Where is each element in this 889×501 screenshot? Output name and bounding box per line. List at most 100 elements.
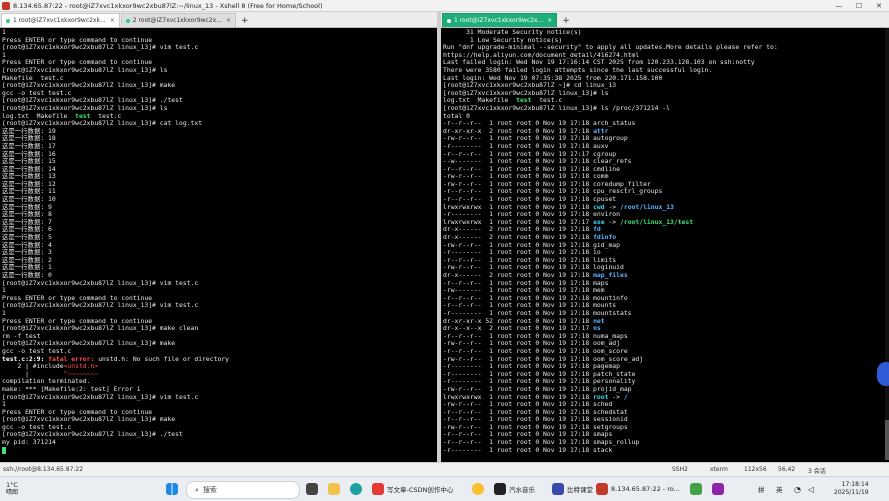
right-terminal-output[interactable]: 31 Moderate Security notice(s) 1 Low Sec…	[441, 28, 889, 455]
csdn-icon	[372, 483, 384, 495]
maximize-button[interactable]: ☐	[849, 0, 869, 11]
terminal-text: [root@iZ7xvc1xkxor9wc2xbu87lZ linux_13]#…	[2, 392, 199, 401]
network-icon[interactable]: ◔	[794, 481, 801, 497]
search-icon: ⌕	[195, 485, 199, 494]
taskbar-app-xshell[interactable]: 8.134.65.87:22 - ro...	[596, 481, 680, 497]
status-sessions[interactable]: 3 会话	[808, 466, 826, 475]
clock[interactable]: 17:18:14 2025/11/19	[834, 481, 869, 497]
xshell-app-icon	[2, 1, 10, 10]
tray-app-icon[interactable]	[712, 481, 727, 497]
tab-close-icon[interactable]: ×	[547, 17, 552, 24]
statusbar: ssh://root@8.134.65.87:22 SSH2 xterm 112…	[0, 462, 889, 476]
terminal-line: 这是一行数据: 8	[2, 210, 435, 219]
tab-session-right-1[interactable]: 1 root@iZ7xvc1xkxor9wc2x... ×	[442, 13, 558, 27]
terminal-text: /root/linux_13	[620, 202, 674, 211]
terminal-text: -r-------- 1 root root 0 Nov 19 17:18 st…	[443, 445, 613, 454]
weather-temp: 1°C	[6, 481, 18, 489]
terminal-line: 这是一行数据: 3	[2, 248, 435, 257]
tab-label: 1 root@iZ7xvc1xkxor9wc2x...	[454, 17, 544, 24]
window-controls: — ☐ ✕	[829, 0, 889, 11]
terminal-line: 这是一行数据: 2	[2, 256, 435, 265]
weather-widget[interactable]: 1°C 晴朗	[6, 481, 18, 497]
terminal-text: /	[623, 392, 628, 401]
terminal-line: [root@iZ7xvc1xkxor9wc2xbu87lZ linux_13]#…	[2, 392, 435, 402]
connected-dot-icon	[6, 18, 10, 23]
terminal-line: 这是一行数据: 10	[2, 195, 435, 204]
terminal-line: 这是一行数据: 15	[2, 157, 435, 166]
terminal-text: [root@iZ7xvc1xkxor9wc2xbu87lZ linux_13]#…	[2, 301, 199, 310]
left-tabbar: 1 root@iZ7xvc1xkxor9wc2xk... × 2 root@iZ…	[0, 12, 437, 28]
terminal-text: /root/linux_13/test	[620, 217, 694, 226]
terminal-text: [root@iZ7xvc1xkxor9wc2xbu87lZ linux_13]#…	[2, 43, 199, 52]
ime-indicator-1[interactable]: 拼	[758, 481, 765, 497]
window-titlebar: 8.134.65.87:22 - root@iZ7xvc1xkxor9wc2xb…	[0, 0, 889, 12]
terminal-line: 这是一行数据: 14	[2, 165, 435, 174]
tab-session-2[interactable]: 2 root@iZ7xvc1xkxor9wc2x... ×	[120, 13, 236, 27]
terminal-line: [root@iZ7xvc1xkxor9wc2xbu87lZ linux_13]#…	[2, 324, 435, 333]
tab-close-icon[interactable]: ×	[110, 17, 115, 24]
bitclass-icon	[552, 483, 564, 495]
terminal-line: 这是一行数据: 18	[2, 135, 435, 143]
weather-desc: 晴朗	[6, 489, 19, 496]
left-terminal-output[interactable]: 1 Press ENTER or type command to continue…	[0, 28, 437, 455]
terminal-line: 这是一行数据: 17	[2, 142, 435, 151]
terminal-text: my pid: 371214	[2, 438, 56, 447]
tab-session-1[interactable]: 1 root@iZ7xvc1xkxor9wc2xk... ×	[1, 13, 120, 27]
windows-taskbar: 1°C 晴朗 ⌕ 搜索 写文章-CSDN创作中心 汽水音乐 比特课堂 8.134…	[0, 476, 889, 501]
terminal-line: 这是一行数据: 11	[2, 188, 435, 196]
terminal-line: 这是一行数据: 5	[2, 233, 435, 242]
right-tabbar: 1 root@iZ7xvc1xkxor9wc2x... × +	[441, 12, 889, 28]
new-tab-button[interactable]: +	[241, 14, 249, 27]
status-position: 56,42	[778, 466, 796, 473]
taskbar-search[interactable]: ⌕ 搜索	[186, 481, 300, 499]
terminal-line: [root@iZ7xvc1xkxor9wc2xbu87lZ linux_13]#…	[2, 302, 435, 310]
search-label: 搜索	[202, 486, 217, 494]
minimize-button[interactable]: —	[829, 0, 849, 11]
terminal-line: [root@iZ7xvc1xkxor9wc2xbu87lZ linux_13]#…	[2, 431, 435, 439]
clock-time: 17:18:14	[841, 481, 869, 488]
status-terminal: xterm	[710, 466, 728, 473]
terminal-line: 这是一行数据: 19	[2, 127, 435, 136]
volume-icon[interactable]: ◁	[808, 481, 814, 497]
music-icon	[494, 483, 506, 495]
close-button[interactable]: ✕	[869, 0, 889, 11]
clock-date: 2025/11/19	[834, 489, 869, 496]
taskbar-app-bitclass[interactable]: 比特课堂	[552, 481, 593, 497]
right-terminal-pane[interactable]: 1 root@iZ7xvc1xkxor9wc2x... × + 31 Moder…	[441, 12, 889, 462]
terminal-line: [root@iZ7xvc1xkxor9wc2xbu87lZ linux_13]#…	[443, 104, 887, 113]
terminal-text: [root@iZ7xvc1xkxor9wc2xbu87lZ linux_13]#…	[2, 278, 199, 287]
connected-dot-icon	[125, 18, 130, 23]
connected-dot-icon	[447, 18, 451, 23]
window-title: 8.134.65.87:22 - root@iZ7xvc1xkxor9wc2xb…	[13, 1, 323, 10]
tab-close-icon[interactable]: ×	[226, 17, 231, 24]
terminal-line: [root@iZ7xvc1xkxor9wc2xbu87lZ linux_13]#…	[2, 278, 435, 288]
status-size: 112x56	[744, 466, 767, 473]
wechat-icon[interactable]	[690, 481, 705, 497]
terminal-line: 这是一行数据: 13	[2, 172, 435, 181]
windows-logo-icon	[166, 483, 178, 495]
taskview-icon[interactable]	[306, 481, 321, 497]
terminal-text: ->	[604, 217, 620, 226]
file-explorer-icon[interactable]	[328, 481, 343, 497]
terminal-line: 这是一行数据: 12	[2, 180, 435, 189]
terminal-line: 这是一行数据: 6	[2, 226, 435, 234]
right-scrollbar[interactable]	[885, 28, 889, 460]
xshell-icon	[596, 483, 608, 495]
floating-assistant-button[interactable]	[877, 362, 889, 386]
taskbar-app-music[interactable]: 汽水音乐	[494, 481, 535, 497]
start-button[interactable]	[166, 481, 181, 497]
tab-label: 2 root@iZ7xvc1xkxor9wc2x...	[132, 17, 222, 24]
terminal-line: [root@iZ7xvc1xkxor9wc2xbu87lZ linux_13]#…	[2, 66, 435, 75]
scrollbar-thumb[interactable]	[885, 420, 889, 460]
terminal-cursor	[2, 446, 6, 454]
new-tab-button[interactable]: +	[562, 14, 570, 27]
edge-browser-icon[interactable]	[350, 481, 365, 497]
terminal-line: 这是一行数据: 7	[2, 218, 435, 227]
ime-indicator-2[interactable]: 英	[776, 481, 783, 497]
taskbar-app-csdn[interactable]: 写文章-CSDN创作中心	[372, 481, 453, 497]
tab-label: 1 root@iZ7xvc1xkxor9wc2xk...	[13, 17, 106, 24]
terminal-line: -r-------- 1 root root 0 Nov 19 17:18 st…	[443, 445, 887, 455]
left-terminal-pane[interactable]: 1 root@iZ7xvc1xkxor9wc2xk... × 2 root@iZ…	[0, 12, 437, 462]
terminal-line: [root@iZ7xvc1xkxor9wc2xbu87lZ linux_13]#…	[2, 43, 435, 52]
chrome-icon[interactable]	[472, 481, 487, 497]
